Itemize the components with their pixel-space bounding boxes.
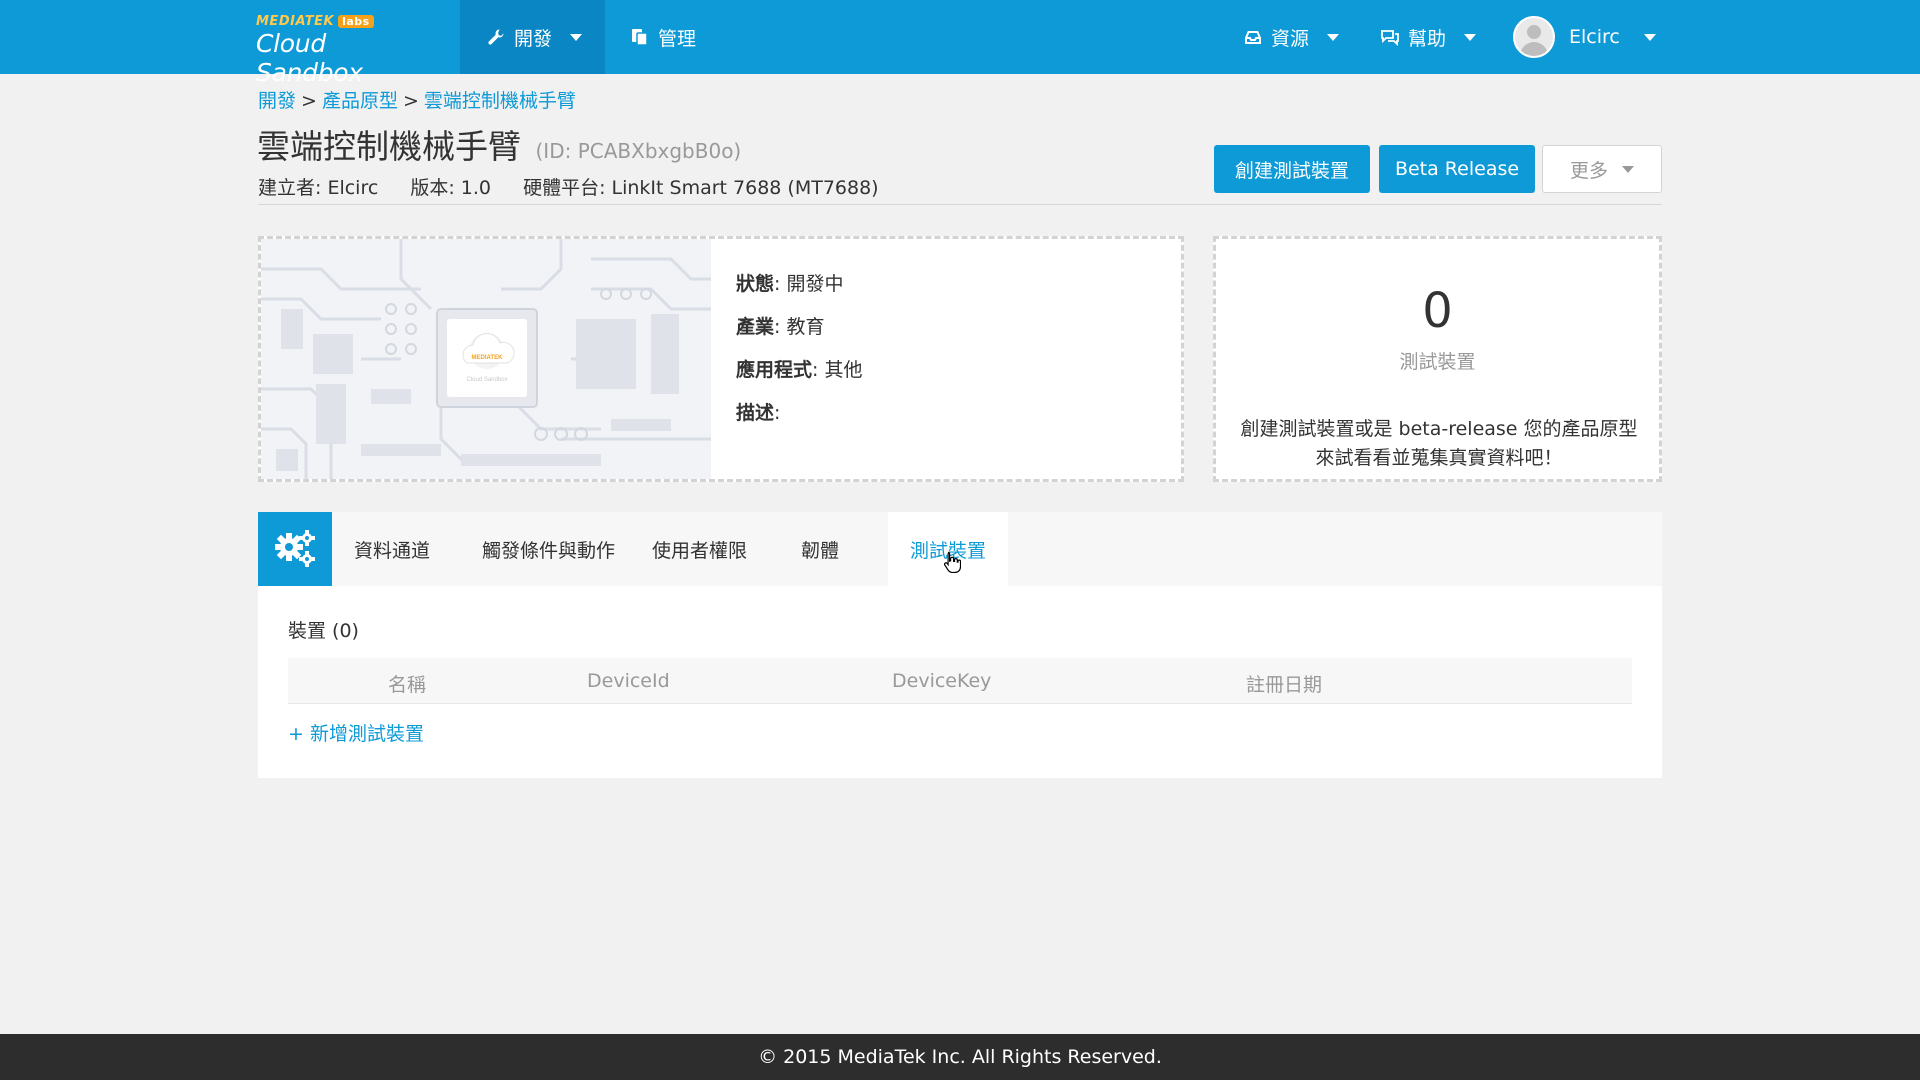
comments-icon xyxy=(1381,30,1399,47)
circuit-board-illustration: MEDIATEK Cloud Sandbox xyxy=(261,239,711,479)
tab-data-channels[interactable]: 資料通道 xyxy=(332,512,452,586)
logo-mediatek-text: MEDIATEK xyxy=(256,14,335,29)
test-device-hint: 創建測試裝置或是 beta-release 您的產品原型來試看看並蒐集真實資料吧… xyxy=(1240,418,1638,469)
more-dropdown-button[interactable]: 更多 xyxy=(1542,145,1662,193)
status-row: 狀態: 開發中 xyxy=(736,263,862,306)
gears-icon xyxy=(275,530,315,567)
avatar xyxy=(1513,16,1555,58)
tab-settings[interactable] xyxy=(258,512,332,586)
nav-develop-label: 開發 xyxy=(514,27,553,50)
image-logo-text: MEDIATEK xyxy=(472,355,504,361)
mediatek-logo[interactable]: MEDIATEK labs Cloud Sandbox xyxy=(256,14,436,87)
logo-brand-text: Cloud Sandbox xyxy=(256,29,363,87)
industry-value: : 教育 xyxy=(774,316,825,338)
industry-row: 產業: 教育 xyxy=(736,306,862,349)
description-label: 描述 xyxy=(736,402,775,424)
chevron-down-icon xyxy=(570,33,583,41)
prototype-name: 雲端控制機械手臂 xyxy=(257,127,521,166)
devices-table-header: 名稱 DeviceId DeviceKey 註冊日期 xyxy=(288,658,1632,704)
test-device-count-label: 測試裝置 xyxy=(1399,351,1476,373)
image-caption-text: Cloud Sandbox xyxy=(466,377,507,383)
version-text: 版本: 1.0 xyxy=(410,177,492,199)
top-navbar: MEDIATEK labs Cloud Sandbox 開發 管理 資源 幫助 … xyxy=(0,0,1920,87)
add-test-device-link[interactable]: + 新增測試裝置 xyxy=(288,719,424,746)
chevron-down-icon xyxy=(1643,33,1656,41)
tab-user-permissions[interactable]: 使用者權限 xyxy=(630,512,769,586)
industry-label: 產業 xyxy=(736,316,775,338)
prototype-meta: 建立者: Elcirc 版本: 1.0 硬體平台: LinkIt Smart 7… xyxy=(258,173,905,200)
nav-manage-menu[interactable]: 管理 xyxy=(630,0,696,74)
chevron-down-icon xyxy=(1464,33,1477,41)
status-value: : 開發中 xyxy=(774,273,844,295)
more-label: 更多 xyxy=(1569,159,1608,182)
copy-icon xyxy=(632,29,648,46)
column-device-id: DeviceId xyxy=(587,670,670,692)
breadcrumb-separator: > xyxy=(402,90,419,112)
tab-firmware[interactable]: 韌體 xyxy=(779,512,861,586)
prototype-id: (ID: PCABXbxgbB0o) xyxy=(535,139,742,163)
app-label: 應用程式 xyxy=(736,359,813,381)
devices-section-title: 裝置 (0) xyxy=(288,620,359,642)
nav-user-menu[interactable]: Elcirc xyxy=(1513,0,1656,74)
page-title: 雲端控制機械手臂 (ID: PCABXbxgbB0o) xyxy=(257,120,741,168)
tab-test-devices[interactable]: 測試裝置 xyxy=(888,512,1009,586)
test-device-count-card: 0 測試裝置 創建測試裝置或是 beta-release 您的產品原型來試看看並… xyxy=(1213,236,1662,482)
inbox-icon xyxy=(1245,31,1261,44)
tab-bar: 資料通道 觸發條件與動作 使用者權限 韌體 測試裝置 xyxy=(258,512,1662,586)
chevron-down-icon xyxy=(1622,165,1634,173)
test-device-count: 0 xyxy=(1422,283,1453,339)
nav-user-name: Elcirc xyxy=(1569,26,1620,48)
logo-labs-badge: labs xyxy=(338,15,374,28)
beta-release-button[interactable]: Beta Release xyxy=(1379,145,1535,193)
tab-triggers-actions[interactable]: 觸發條件與動作 xyxy=(460,512,637,586)
product-image: MEDIATEK Cloud Sandbox xyxy=(261,239,711,479)
app-row: 應用程式: 其他 xyxy=(736,349,862,392)
breadcrumb-current[interactable]: 雲端控制機械手臂 xyxy=(424,90,576,112)
chevron-down-icon xyxy=(1327,33,1340,41)
column-registered-date: 註冊日期 xyxy=(1246,674,1323,696)
breadcrumb-prototypes[interactable]: 產品原型 xyxy=(322,90,398,112)
prototype-info-card: MEDIATEK Cloud Sandbox 狀態: 開發中 產業: 教育 應用… xyxy=(258,236,1184,482)
nav-develop-menu[interactable]: 開發 xyxy=(460,0,605,74)
hand-cursor-icon xyxy=(943,551,961,573)
description-value: : xyxy=(774,402,781,424)
column-name: 名稱 xyxy=(388,674,427,696)
status-label: 狀態 xyxy=(736,273,775,295)
breadcrumb: 開發 > 產品原型 > 雲端控制機械手臂 xyxy=(258,86,576,113)
copyright-text: © 2015 MediaTek Inc. All Rights Reserved… xyxy=(758,1046,1162,1068)
creator-text: 建立者: Elcirc xyxy=(258,177,379,199)
column-device-key: DeviceKey xyxy=(892,670,992,692)
create-test-device-button[interactable]: 創建測試裝置 xyxy=(1214,145,1370,193)
nav-resources-label: 資源 xyxy=(1271,27,1310,50)
header-divider xyxy=(258,204,1662,205)
nav-help-label: 幫助 xyxy=(1408,27,1447,50)
prototype-details: 狀態: 開發中 產業: 教育 應用程式: 其他 描述: xyxy=(736,263,862,435)
nav-help-menu[interactable]: 幫助 xyxy=(1380,0,1477,74)
app-value: : 其他 xyxy=(812,359,863,381)
description-row: 描述: xyxy=(736,392,862,435)
nav-manage-label: 管理 xyxy=(658,27,697,50)
page-footer: © 2015 MediaTek Inc. All Rights Reserved… xyxy=(0,1034,1920,1080)
nav-resources-menu[interactable]: 資源 xyxy=(1243,0,1340,74)
breadcrumb-develop[interactable]: 開發 xyxy=(258,90,296,112)
wrench-icon xyxy=(488,29,504,45)
breadcrumb-separator: > xyxy=(301,90,317,112)
platform-text: 硬體平台: LinkIt Smart 7688 (MT7688) xyxy=(523,177,879,199)
